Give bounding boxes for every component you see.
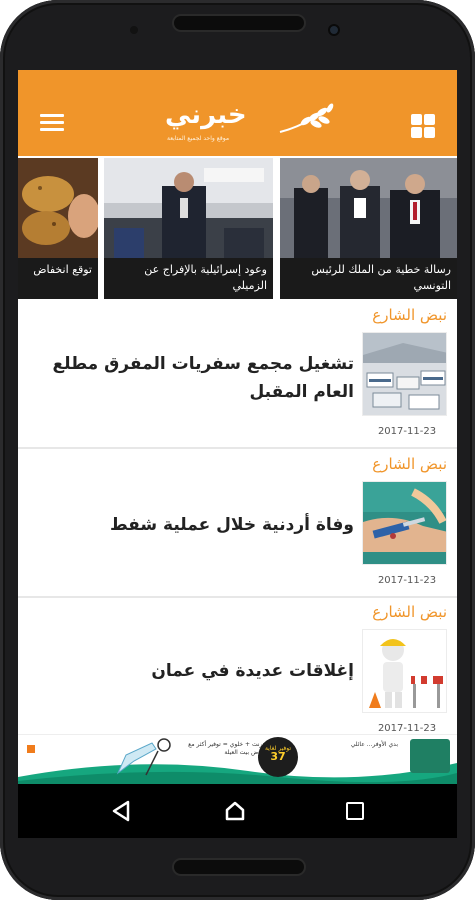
ad-left-text: إنترنت + خلوي = توفير أكثر مع عروض بيت ا… — [188, 741, 268, 756]
app-logo: خبرني موقع واحد لجميع المتابعة — [163, 100, 338, 150]
article-headline[interactable]: وفاة أردنية خلال عملية شفط — [24, 511, 354, 539]
back-triangle-icon[interactable] — [110, 800, 132, 822]
article-category[interactable]: نبض الشارع — [372, 306, 447, 324]
article-thumbnail[interactable] — [362, 629, 447, 713]
carousel-slide[interactable]: رسالة خطية من الملك للرئيس التونسي — [280, 158, 457, 299]
logo-text: خبرني — [165, 100, 247, 130]
article-card[interactable]: نبض الشارع وفاة أردنية خلال عملية شفط 20… — [18, 451, 457, 598]
carousel-slide[interactable]: توقع انخفاض — [18, 158, 98, 299]
bottom-speaker — [172, 858, 306, 876]
article-card[interactable]: نبض الشارع تشغيل مجمع سفريات المفرق مطلع… — [18, 302, 457, 449]
ad-brand-logo — [410, 739, 450, 773]
recent-apps-square-icon[interactable] — [346, 802, 364, 820]
slide-caption: توقع انخفاض — [18, 258, 98, 299]
front-camera — [328, 24, 340, 36]
article-card[interactable]: نبض الشارع إغلاقات عديدة في عمان 2017-11… — [18, 599, 457, 746]
phone-frame: خبرني موقع واحد لجميع المتابعة رسالة خطي… — [0, 0, 475, 900]
article-date: 2017-11-23 — [377, 426, 437, 437]
article-headline[interactable]: إغلاقات عديدة في عمان — [24, 657, 354, 685]
app-bar: خبرني موقع واحد لجميع المتابعة — [18, 70, 457, 156]
article-thumbnail[interactable] — [362, 332, 447, 416]
article-category[interactable]: نبض الشارع — [372, 603, 447, 621]
top-speaker — [172, 14, 306, 32]
article-thumbnail[interactable] — [362, 481, 447, 565]
ad-right-text: بدي الأوفر... عائلي — [350, 741, 398, 748]
article-date: 2017-11-23 — [377, 723, 437, 734]
logo-tagline: موقع واحد لجميع المتابعة — [167, 135, 230, 142]
ad-banner[interactable]: إنترنت + خلوي = توفير أكثر مع عروض بيت ا… — [18, 734, 457, 784]
article-category[interactable]: نبض الشارع — [372, 455, 447, 473]
ad-promo-badge: توفير لغاية 37 — [258, 737, 298, 777]
slide-caption: رسالة خطية من الملك للرئيس التونسي — [280, 258, 457, 299]
proximity-sensor — [130, 26, 138, 34]
slide-image — [104, 158, 273, 258]
featured-carousel[interactable]: رسالة خطية من الملك للرئيس التونسي وعود … — [18, 158, 457, 300]
wheat-icon — [279, 103, 334, 133]
slide-image — [18, 158, 98, 258]
article-date: 2017-11-23 — [377, 575, 437, 586]
brand-square-icon — [27, 745, 35, 753]
grid-view-icon[interactable] — [411, 114, 435, 138]
home-circle-icon[interactable] — [224, 800, 246, 822]
article-headline[interactable]: تشغيل مجمع سفريات المفرق مطلع العام المق… — [24, 350, 354, 406]
ad-promo-number: 37 — [270, 750, 286, 763]
system-nav-bar — [18, 784, 457, 838]
slide-caption: وعود إسرائيلية بالإفراج عن الزميلي — [104, 258, 273, 299]
slide-image — [280, 158, 457, 258]
hamburger-menu-icon[interactable] — [40, 114, 64, 132]
carousel-slide[interactable]: وعود إسرائيلية بالإفراج عن الزميلي — [104, 158, 273, 299]
screen: خبرني موقع واحد لجميع المتابعة رسالة خطي… — [18, 70, 457, 838]
